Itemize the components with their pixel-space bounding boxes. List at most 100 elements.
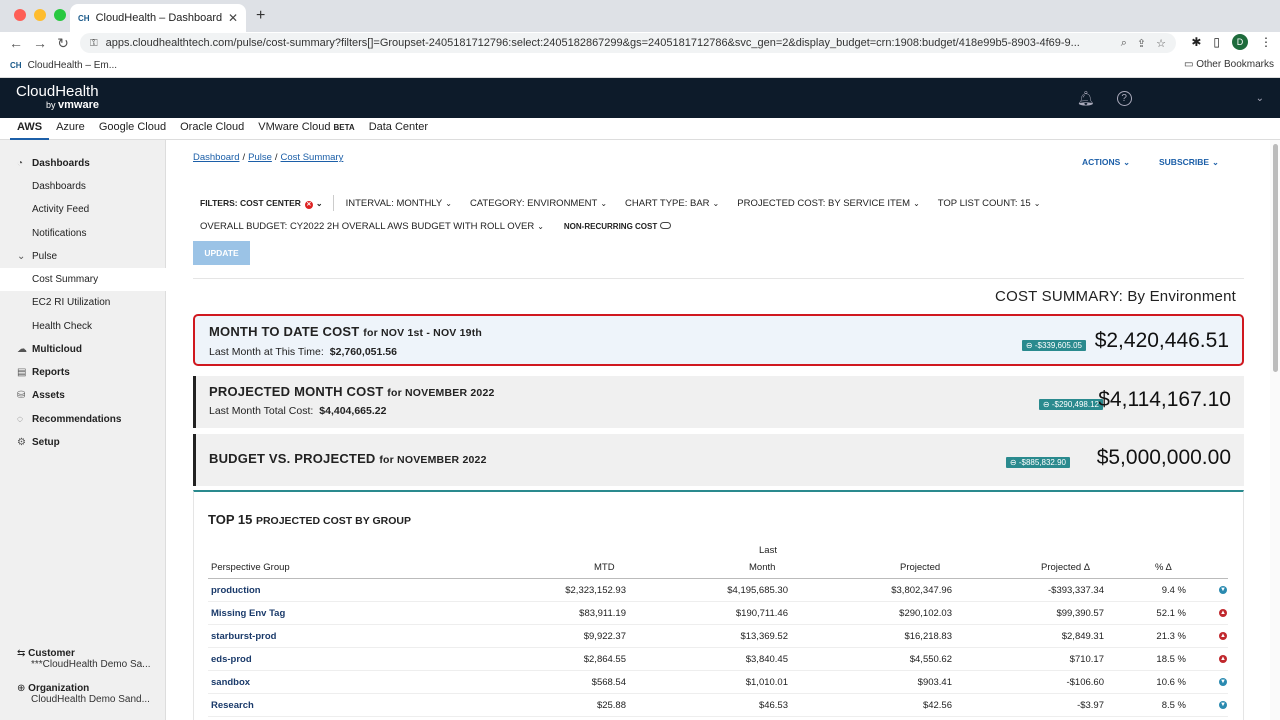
cell-delta: $99,390.57 [1056, 608, 1104, 619]
trend-down-icon[interactable]: ▼ [1219, 678, 1227, 686]
sidebar-toggle-icon[interactable]: ▯ [1213, 35, 1220, 49]
share-icon[interactable]: ⇪ [1137, 37, 1146, 50]
col-pct-delta[interactable]: % Δ [1155, 562, 1172, 573]
cell-mtd: $2,864.55 [583, 654, 626, 665]
top-list-count-dropdown[interactable]: TOP LIST COUNT: 15 ⌄ [938, 198, 1041, 209]
chevron-down-icon: ⌄ [1123, 158, 1130, 167]
other-bookmarks[interactable]: ▭ Other Bookmarks [1184, 59, 1274, 70]
non-recurring-cost-toggle[interactable]: NON-RECURRING COST [564, 222, 672, 231]
extensions-icon[interactable]: ✱ [1191, 35, 1201, 49]
cell-projected: $290,102.03 [899, 608, 952, 619]
breadcrumb-cost-summary[interactable]: Cost Summary [281, 152, 344, 163]
col-last-2[interactable]: Month [749, 562, 775, 573]
tab-google-cloud[interactable]: Google Cloud [92, 118, 173, 140]
tab-vmware-cloud[interactable]: VMware Cloud BETA [251, 118, 361, 140]
trend-up-icon[interactable]: ▲ [1219, 609, 1227, 617]
minimize-window-button[interactable] [34, 9, 46, 21]
trend-up-icon[interactable]: ▲ [1219, 632, 1227, 640]
mtd-amount: $2,420,446.51 [1094, 329, 1229, 352]
customer-selector[interactable]: ⇆ Customer ***CloudHealth Demo Sa... [17, 648, 162, 670]
chevron-down-icon: ⌄ [537, 222, 544, 231]
col-projected-delta[interactable]: Projected Δ [1041, 562, 1090, 573]
breadcrumb-dashboard[interactable]: Dashboard [193, 152, 239, 163]
group-name-link[interactable]: sandbox [211, 677, 250, 688]
overall-budget-dropdown[interactable]: OVERALL BUDGET: CY2022 2H OVERALL AWS BU… [200, 221, 544, 232]
sidebar-item-recommendations[interactable]: ◌ Recommendations [0, 408, 166, 431]
group-name-link[interactable]: production [211, 585, 261, 596]
chevron-down-icon[interactable]: ⌄ [1256, 93, 1264, 104]
actions-dropdown[interactable]: ACTIONS ⌄ [1082, 157, 1130, 167]
reload-icon[interactable]: ↻ [52, 35, 74, 52]
address-bar[interactable]: ⚿ apps.cloudhealthtech.com/pulse/cost-su… [80, 33, 1176, 53]
col-projected[interactable]: Projected [900, 562, 940, 573]
header-icons: 🔔︎ ? ⌄ [1077, 90, 1264, 107]
tab-azure[interactable]: Azure [49, 118, 92, 140]
back-icon[interactable]: ← [5, 35, 27, 51]
sidebar-item-ec2-ri-utilization[interactable]: EC2 RI Utilization [0, 291, 166, 314]
table-row: Missing Env Tag $83,911.19 $190,711.46 $290… [208, 602, 1228, 625]
cell-delta: -$393,337.34 [1048, 585, 1104, 596]
col-mtd[interactable]: MTD [594, 562, 615, 573]
close-window-button[interactable] [14, 9, 26, 21]
toggle-icon[interactable] [660, 222, 672, 229]
trend-up-icon[interactable]: ▲ [1219, 655, 1227, 663]
cell-mtd: $9,922.37 [583, 631, 626, 642]
interval-dropdown[interactable]: INTERVAL: MONTHLY ⌄ [346, 198, 452, 209]
bookmark-star-icon[interactable]: ☆ [1156, 37, 1166, 50]
browser-tab[interactable]: CH CloudHealth – Dashboard / Pulse ✕ [70, 4, 246, 32]
group-name-link[interactable]: Research [211, 700, 254, 711]
remove-filter-icon[interactable]: ✕ [304, 200, 313, 209]
category-dropdown[interactable]: CATEGORY: ENVIRONMENT ⌄ [470, 198, 607, 209]
sidebar-item-health-check[interactable]: Health Check [0, 315, 166, 338]
bell-icon[interactable]: 🔔︎ [1077, 90, 1095, 107]
cloudhealth-logo[interactable]: CloudHealth by vmware [16, 84, 99, 111]
profile-avatar[interactable]: D [1232, 34, 1248, 50]
cell-last: $13,369.52 [740, 631, 788, 642]
bookmark-cloudhealth[interactable]: CloudHealth – Em... [28, 60, 118, 71]
tab-data-center[interactable]: Data Center [362, 118, 435, 140]
group-name-link[interactable]: eds-prod [211, 654, 252, 665]
cell-delta: -$106.60 [1066, 677, 1104, 688]
col-perspective-group[interactable]: Perspective Group [211, 562, 290, 573]
sidebar-item-dashboards[interactable]: Dashboards [0, 175, 166, 198]
group-name-link[interactable]: starburst-prod [211, 631, 276, 642]
help-icon[interactable]: ? [1116, 91, 1132, 106]
site-info-icon[interactable]: ⚿ [90, 38, 98, 49]
sidebar-item-activity-feed[interactable]: Activity Feed [0, 198, 166, 221]
sidebar-item-notifications[interactable]: Notifications [0, 222, 166, 245]
sidebar-item-multicloud[interactable]: ☁ Multicloud [0, 338, 166, 361]
forward-icon[interactable]: → [29, 35, 51, 51]
trend-down-icon[interactable]: ▼ [1219, 701, 1227, 709]
trend-down-icon[interactable]: ▼ [1219, 586, 1227, 594]
maximize-window-button[interactable] [54, 9, 66, 21]
update-button[interactable]: UPDATE [193, 241, 250, 265]
browser-toolbar: ← → ↻ ⚿ apps.cloudhealthtech.com/pulse/c… [0, 32, 1280, 54]
sidebar-item-setup[interactable]: ⚙ Setup [0, 431, 166, 454]
cost-center-filter[interactable]: FILTERS: COST CENTER ✕ ⌄ [200, 198, 323, 209]
cell-mtd: $25.88 [596, 700, 626, 711]
browser-menu-icon[interactable]: ⋮ [1260, 35, 1272, 49]
new-tab-button[interactable]: + [256, 7, 265, 25]
chart-type-dropdown[interactable]: CHART TYPE: BAR ⌄ [625, 198, 719, 209]
sidebar-item-cost-summary[interactable]: Cost Summary [0, 268, 166, 291]
zoom-icon[interactable]: ⌕ [1121, 37, 1127, 50]
sidebar-item-dashboards-group[interactable]: ◔ Dashboards [0, 152, 166, 175]
group-name-link[interactable]: Missing Env Tag [211, 608, 285, 619]
tab-close-icon[interactable]: ✕ [228, 11, 238, 25]
projected-cost-dropdown[interactable]: PROJECTED COST: BY SERVICE ITEM ⌄ [737, 198, 920, 209]
organization-selector[interactable]: ⊕ Organization CloudHealth Demo Sand... [17, 683, 162, 705]
sidebar-item-assets[interactable]: ⛁ Assets [0, 384, 166, 407]
bookmark-favicon: CH [10, 61, 22, 70]
breadcrumb-pulse[interactable]: Pulse [248, 152, 272, 163]
tab-aws[interactable]: AWS [10, 118, 50, 140]
tab-oracle-cloud[interactable]: Oracle Cloud [173, 118, 251, 140]
sidebar-item-reports[interactable]: ▤ Reports [0, 361, 166, 384]
col-last-1[interactable]: Last [759, 545, 777, 556]
divider [332, 195, 334, 211]
cell-last: $1,010.01 [745, 677, 788, 688]
sidebar-item-pulse[interactable]: ⌄ Pulse [0, 245, 166, 268]
subscribe-dropdown[interactable]: SUBSCRIBE ⌄ [1159, 157, 1219, 167]
cell-last: $46.53 [758, 700, 788, 711]
scrollbar[interactable] [1270, 140, 1280, 720]
scrollbar-thumb[interactable] [1273, 144, 1278, 372]
